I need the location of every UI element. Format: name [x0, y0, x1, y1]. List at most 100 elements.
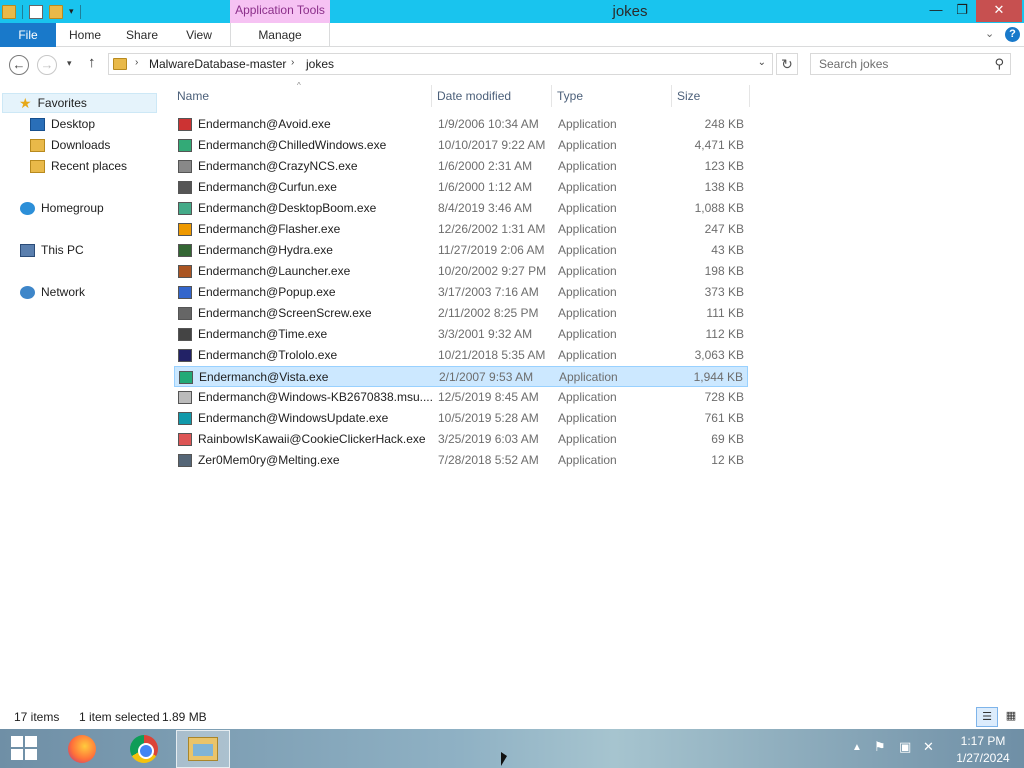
- back-button[interactable]: ←: [9, 55, 29, 75]
- application-icon: [178, 265, 192, 278]
- file-size: 111 KB: [706, 306, 744, 320]
- file-row[interactable]: Endermanch@Hydra.exe 11/27/2019 2:06 AM Ap…: [174, 240, 748, 261]
- file-type: Application: [558, 264, 617, 278]
- breadcrumb-jokes[interactable]: jokes: [306, 57, 334, 71]
- quick-access-toolbar: ▾: [0, 0, 81, 23]
- tab-home[interactable]: Home: [56, 23, 114, 47]
- expand-ribbon-icon[interactable]: ⌄: [985, 27, 994, 40]
- file-row[interactable]: Endermanch@ScreenScrew.exe 2/11/2002 8:25…: [174, 303, 748, 324]
- network-tray-icon[interactable]: ▣: [899, 739, 911, 755]
- file-type: Application: [558, 138, 617, 152]
- large-icons-view-button[interactable]: ▦: [1002, 707, 1020, 727]
- nav-item-downloads[interactable]: Downloads: [30, 135, 110, 155]
- file-row[interactable]: Endermanch@Launcher.exe 10/20/2002 9:27 P…: [174, 261, 748, 282]
- clock-time[interactable]: 1:17 PM: [953, 734, 1013, 748]
- breadcrumb-malwaredatabase[interactable]: MalwareDatabase-master: [149, 57, 286, 71]
- minimize-button[interactable]: —: [922, 0, 950, 22]
- column-header-date-modified[interactable]: Date modified: [432, 85, 552, 107]
- application-icon: [178, 181, 192, 194]
- star-icon: ★: [19, 95, 32, 111]
- file-size: 1,944 KB: [693, 370, 743, 384]
- nav-item-label: Recent places: [51, 159, 128, 173]
- file-date-modified: 8/4/2019 3:46 AM: [438, 201, 533, 215]
- file-date-modified: 3/3/2001 9:32 AM: [438, 327, 533, 341]
- navigation-bar: ← → ▾ ↑ › MalwareDatabase-master › jokes…: [0, 48, 1024, 82]
- clock-date[interactable]: 1/27/2024: [950, 751, 1016, 765]
- start-button[interactable]: [11, 736, 38, 762]
- downloads-icon: [30, 138, 45, 152]
- nav-item-desktop[interactable]: Desktop: [30, 114, 95, 134]
- file-size: 247 KB: [704, 222, 744, 236]
- tab-manage[interactable]: Manage: [230, 23, 330, 47]
- tab-share[interactable]: Share: [114, 23, 170, 47]
- nav-item-favorites[interactable]: ★ Favorites: [2, 93, 157, 113]
- column-header-size[interactable]: Size: [672, 85, 750, 107]
- forward-button[interactable]: →: [37, 55, 57, 75]
- qat-divider: [22, 4, 23, 19]
- file-row[interactable]: Endermanch@WindowsUpdate.exe 10/5/2019 5:…: [174, 408, 748, 429]
- volume-muted-icon[interactable]: ✕: [923, 739, 934, 755]
- column-header-type[interactable]: Type: [552, 85, 672, 107]
- address-dropdown-icon[interactable]: ⌄: [758, 57, 766, 68]
- new-folder-icon[interactable]: [49, 4, 63, 19]
- file-name: Endermanch@ChilledWindows.exe: [198, 138, 387, 152]
- column-header-name[interactable]: Name: [172, 85, 432, 107]
- file-name: Endermanch@Flasher.exe: [198, 222, 341, 236]
- file-name: Endermanch@CrazyNCS.exe: [198, 159, 358, 173]
- details-view-button[interactable]: ☰: [976, 707, 998, 727]
- taskbar-firefox[interactable]: [55, 730, 109, 768]
- help-icon[interactable]: ?: [1005, 27, 1020, 42]
- file-row[interactable]: Endermanch@Curfun.exe 1/6/2000 1:12 AM App…: [174, 177, 748, 198]
- show-hidden-icons-icon[interactable]: ▲: [852, 742, 862, 753]
- file-row[interactable]: Endermanch@DesktopBoom.exe 8/4/2019 3:46 …: [174, 198, 748, 219]
- application-icon: [178, 244, 192, 257]
- file-date-modified: 12/5/2019 8:45 AM: [438, 390, 539, 404]
- breadcrumb-separator[interactable]: ›: [135, 57, 138, 68]
- file-name: Endermanch@Popup.exe: [198, 285, 336, 299]
- search-input[interactable]: Search jokes ⚲: [810, 53, 1011, 75]
- file-name: Endermanch@Time.exe: [198, 327, 328, 341]
- refresh-button[interactable]: ↻: [776, 53, 798, 75]
- address-bar[interactable]: › MalwareDatabase-master › jokes ⌄: [108, 53, 773, 75]
- windows-logo-icon: [11, 749, 23, 760]
- windows-logo-icon: [25, 736, 37, 747]
- file-row[interactable]: Zer0Mem0ry@Melting.exe 7/28/2018 5:52 AM A…: [174, 450, 748, 471]
- file-name: Endermanch@DesktopBoom.exe: [198, 201, 377, 215]
- nav-item-homegroup[interactable]: Homegroup: [20, 198, 104, 218]
- recent-locations-icon[interactable]: ▾: [67, 58, 72, 69]
- file-row[interactable]: Endermanch@Windows-KB2670838.msu.... 12/5…: [174, 387, 748, 408]
- file-name: Endermanch@Hydra.exe: [198, 243, 333, 257]
- nav-item-network[interactable]: Network: [20, 282, 85, 302]
- file-name: Endermanch@Vista.exe: [199, 370, 329, 384]
- nav-item-this-pc[interactable]: This PC: [20, 240, 84, 260]
- action-center-flag-icon[interactable]: ⚑: [874, 739, 886, 755]
- taskbar-chrome[interactable]: [117, 730, 171, 768]
- search-icon[interactable]: ⚲: [994, 56, 1004, 72]
- breadcrumb-separator[interactable]: ›: [291, 57, 294, 68]
- maximize-button[interactable]: ❐: [948, 0, 976, 22]
- qat-dropdown-icon[interactable]: ▾: [69, 6, 74, 17]
- file-row[interactable]: Endermanch@Flasher.exe 12/26/2002 1:31 AM…: [174, 219, 748, 240]
- file-date-modified: 1/6/2000 2:31 AM: [438, 159, 533, 173]
- close-button[interactable]: ✕: [976, 0, 1022, 22]
- file-row[interactable]: Endermanch@Popup.exe 3/17/2003 7:16 AM App…: [174, 282, 748, 303]
- properties-icon[interactable]: [29, 4, 43, 19]
- tab-view[interactable]: View: [170, 23, 228, 47]
- file-row[interactable]: Endermanch@Vista.exe 2/1/2007 9:53 AM Appl…: [174, 366, 748, 387]
- up-button[interactable]: ↑: [88, 54, 96, 71]
- application-tools-context-tab: Application Tools: [230, 0, 330, 23]
- selection-count: 1 item selected: [79, 710, 160, 724]
- file-row[interactable]: Endermanch@Time.exe 3/3/2001 9:32 AM Appli…: [174, 324, 748, 345]
- nav-item-recent-places[interactable]: Recent places: [30, 156, 127, 176]
- file-row[interactable]: RainbowIsKawaii@CookieClickerHack.exe 3/2…: [174, 429, 748, 450]
- file-date-modified: 2/11/2002 8:25 PM: [438, 306, 539, 320]
- network-icon: [20, 285, 35, 299]
- file-date-modified: 7/28/2018 5:52 AM: [438, 453, 539, 467]
- file-name: Endermanch@Avoid.exe: [198, 117, 331, 131]
- tab-file[interactable]: File: [0, 23, 56, 47]
- file-row[interactable]: Endermanch@CrazyNCS.exe 1/6/2000 2:31 AM A…: [174, 156, 748, 177]
- taskbar-file-explorer[interactable]: [176, 730, 230, 768]
- file-row[interactable]: Endermanch@ChilledWindows.exe 10/10/2017 …: [174, 135, 748, 156]
- file-row[interactable]: Endermanch@Avoid.exe 1/9/2006 10:34 AM App…: [174, 114, 748, 135]
- file-row[interactable]: Endermanch@Trololo.exe 10/21/2018 5:35 AM…: [174, 345, 748, 366]
